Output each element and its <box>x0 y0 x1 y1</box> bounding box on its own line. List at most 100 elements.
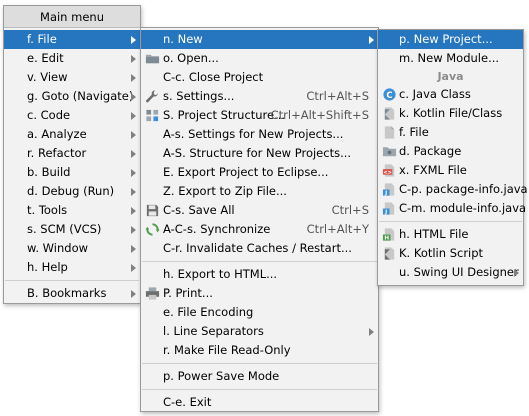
java-class-icon: C <box>383 88 396 101</box>
new-menu-item-package-info[interactable]: J C-p. package-info.java <box>378 180 528 199</box>
menu-item-label: d. Debug (Run) <box>27 184 115 198</box>
menu-item-label: C-e. Exit <box>163 395 212 409</box>
submenu-arrow-icon <box>131 112 136 120</box>
menu-item-label: r. Make File Read-Only <box>163 343 291 357</box>
main-menu-item-analyze[interactable]: a. Analyze <box>4 125 140 144</box>
html-file-icon: H <box>382 228 395 242</box>
main-menu-item-file[interactable]: f. File <box>4 30 140 49</box>
file-menu-item-read-only[interactable]: r. Make File Read-Only <box>141 341 378 360</box>
menu-item-label: d. Package <box>399 144 462 158</box>
file-menu-item-print[interactable]: P. Print... <box>141 284 378 303</box>
menu-item-label: n. New <box>163 32 203 46</box>
new-menu-item-swing-ui-designer[interactable]: u. Swing UI Designer <box>378 263 523 282</box>
menu-item-label: g. Goto (Navigate) <box>27 89 134 103</box>
submenu-arrow-icon <box>369 328 374 336</box>
menu-item-label: t. Tools <box>27 203 68 217</box>
menu-item-label: s. SCM (VCS) <box>27 222 102 236</box>
shortcut-text: Ctrl+Alt+Shift+S <box>270 108 369 122</box>
menu-item-label: c. Java Class <box>399 87 471 101</box>
print-icon <box>145 287 160 300</box>
submenu-arrow-icon <box>131 207 136 215</box>
menu-item-label: x. FXML File <box>399 163 467 177</box>
file-menu-item-save-all[interactable]: C-s. Save All Ctrl+S <box>141 201 378 220</box>
menu-separator <box>142 389 377 390</box>
menu-item-label: f. File <box>399 125 429 139</box>
main-menu-item-scm[interactable]: s. SCM (VCS) <box>4 220 140 239</box>
file-menu-item-project-structure[interactable]: S. Project Structure... Ctrl+Alt+Shift+S <box>141 106 378 125</box>
file-menu-item-close-project[interactable]: C-c. Close Project <box>141 68 378 87</box>
submenu-arrow-icon <box>131 188 136 196</box>
menu-item-label: S. Project Structure... <box>163 108 286 122</box>
fxml-file-icon: <> <box>382 164 395 177</box>
file-menu-item-export-eclipse[interactable]: E. Export Project to Eclipse... <box>141 163 378 182</box>
submenu-arrow-icon <box>131 245 136 253</box>
menu-item-label: o. Open... <box>163 51 219 65</box>
submenu-arrow-icon <box>131 150 136 158</box>
submenu-arrow-icon <box>131 74 136 82</box>
main-menu-item-debug[interactable]: d. Debug (Run) <box>4 182 140 201</box>
new-menu-item-module-info[interactable]: J C-m. module-info.java <box>378 199 527 218</box>
menu-item-label: h. Help <box>27 260 68 274</box>
file-menu-item-exit[interactable]: C-e. Exit <box>141 393 378 412</box>
new-menu-item-kotlin-file[interactable]: k. Kotlin File/Class <box>378 104 523 123</box>
submenu-arrow-icon <box>131 169 136 177</box>
submenu-arrow-icon <box>131 55 136 63</box>
menu-item-label: p. Power Save Mode <box>163 369 280 383</box>
menu-item-label: m. New Module... <box>399 51 500 65</box>
menu-item-label: A-C-s. Synchronize <box>163 222 271 236</box>
menu-item-label: A-s. Settings for New Projects... <box>163 127 344 141</box>
main-menu-item-view[interactable]: v. View <box>4 68 140 87</box>
file-menu-item-settings-new-projects[interactable]: A-s. Settings for New Projects... <box>141 125 378 144</box>
main-menu-item-help[interactable]: h. Help <box>4 258 140 277</box>
file-menu-item-new[interactable]: n. New <box>141 30 378 49</box>
menu-separator <box>379 221 522 222</box>
file-menu-item-line-separators[interactable]: l. Line Separators <box>141 322 378 341</box>
package-icon <box>382 147 397 157</box>
submenu-arrow-icon <box>131 131 136 139</box>
svg-text:J: J <box>384 210 387 216</box>
folder-icon <box>145 54 160 64</box>
new-menu-item-java-class[interactable]: C c. Java Class <box>378 85 523 104</box>
new-menu-item-kotlin-script[interactable]: K. Kotlin Script <box>378 244 523 263</box>
new-menu-item-new-module[interactable]: m. New Module... <box>378 49 523 68</box>
main-menu-item-goto[interactable]: g. Goto (Navigate) <box>4 87 140 106</box>
new-menu-item-fxml-file[interactable]: <> x. FXML File <box>378 161 523 180</box>
group-header-java: Java <box>437 70 464 83</box>
kotlin-file-icon <box>384 107 395 120</box>
file-menu-item-settings[interactable]: s. Settings... Ctrl+Alt+S <box>141 87 378 106</box>
menu-item-label: c. Code <box>27 108 71 122</box>
file-menu: n. New o. Open... C-c. Close Project s. … <box>140 27 379 412</box>
menu-item-label: s. Settings... <box>163 89 235 103</box>
menu-item-label: r. Refactor <box>27 146 87 160</box>
submenu-arrow-icon <box>369 36 374 44</box>
package-info-icon: J <box>382 183 395 197</box>
main-menu-item-edit[interactable]: e. Edit <box>4 49 140 68</box>
file-menu-item-export-zip[interactable]: Z. Export to Zip File... <box>141 182 378 201</box>
new-menu-item-html-file[interactable]: H h. HTML File <box>378 225 523 244</box>
file-menu-item-synchronize[interactable]: A-C-s. Synchronize Ctrl+Alt+Y <box>141 220 378 239</box>
file-menu-item-power-save[interactable]: p. Power Save Mode <box>141 367 378 386</box>
new-menu-item-new-project[interactable]: p. New Project... <box>378 30 523 49</box>
module-info-icon: J <box>382 202 395 216</box>
new-menu-item-file[interactable]: f. File <box>378 123 523 142</box>
main-menu-item-window[interactable]: w. Window <box>4 239 140 258</box>
menu-item-label: A-S. Structure for New Projects... <box>163 146 352 160</box>
file-menu-item-open[interactable]: o. Open... <box>141 49 378 68</box>
menu-item-label: a. Analyze <box>27 127 87 141</box>
main-menu-item-build[interactable]: b. Build <box>4 163 140 182</box>
menu-item-label: h. HTML File <box>399 227 469 241</box>
menu-item-label: b. Build <box>27 165 71 179</box>
main-menu-item-refactor[interactable]: r. Refactor <box>4 144 140 163</box>
menu-item-label: u. Swing UI Designer <box>399 265 519 279</box>
file-menu-item-file-encoding[interactable]: e. File Encoding <box>141 303 378 322</box>
save-icon <box>146 204 159 217</box>
wrench-icon <box>146 90 158 103</box>
main-menu-item-tools[interactable]: t. Tools <box>4 201 140 220</box>
new-menu-item-package[interactable]: d. Package <box>378 142 523 161</box>
file-menu-item-invalidate-caches[interactable]: C-r. Invalidate Caches / Restart... <box>141 239 378 258</box>
menu-item-label: C-m. module-info.java <box>399 201 527 215</box>
main-menu-item-bookmarks[interactable]: B. Bookmarks <box>4 284 140 303</box>
file-menu-item-export-html[interactable]: h. Export to HTML... <box>141 265 378 284</box>
main-menu-item-code[interactable]: c. Code <box>4 106 140 125</box>
file-menu-item-structure-new-projects[interactable]: A-S. Structure for New Projects... <box>141 144 378 163</box>
